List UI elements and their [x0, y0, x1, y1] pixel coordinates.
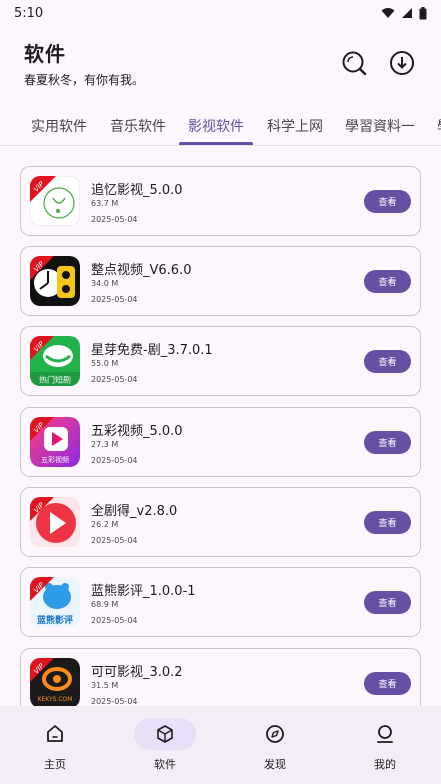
app-date: 2025-05-04	[91, 375, 138, 384]
svg-text:蓝熊影评: 蓝熊影评	[37, 614, 73, 626]
tab-video[interactable]: 影视软件	[188, 116, 244, 136]
keke-app-icon: KEKYS.COM VIP	[30, 658, 80, 708]
list-item[interactable]: VIP 整点视频_V6.6.0 34.0 M 2025-05-04 查看	[20, 246, 421, 316]
app-date: 2025-05-04	[91, 536, 138, 545]
app-date: 2025-05-04	[91, 616, 138, 625]
wucai-app-icon: 五彩视频 VIP	[30, 417, 80, 467]
download-button[interactable]	[389, 50, 415, 76]
home-icon	[47, 725, 63, 742]
battery-icon	[419, 6, 427, 19]
compass-icon	[266, 725, 284, 743]
app-name: 可可影视_3.0.2	[91, 665, 183, 680]
app-header: 软件 春夏秋冬，有你有我。	[24, 38, 423, 90]
svg-text:热门短剧: 热门短剧	[39, 375, 71, 385]
xingya-app-icon: 热门短剧 VIP	[30, 336, 80, 386]
nav-label: 主页	[44, 758, 66, 771]
list-item[interactable]: VIP 全剧得_v2.8.0 26.2 M 2025-05-04 查看	[20, 487, 421, 557]
nav-label: 发现	[264, 758, 286, 771]
zhengdian-app-icon: VIP	[30, 256, 80, 306]
nav-software[interactable]: 软件	[134, 718, 196, 772]
list-item[interactable]: 五彩视频 VIP 五彩视频_5.0.0 27.3 M 2025-05-04 查看	[20, 407, 421, 477]
app-size: 68.9 M	[91, 600, 119, 609]
list-item[interactable]: 热门短剧 VIP 星芽免费-剧_3.7.0.1 55.0 M 2025-05-0…	[20, 326, 421, 396]
app-name: 蓝熊影评_1.0.0-1	[91, 584, 196, 599]
app-size: 63.7 M	[91, 199, 119, 208]
zhuiyi-app-icon: VIP	[30, 176, 80, 226]
app-size: 26.2 M	[91, 520, 119, 529]
app-size: 27.3 M	[91, 440, 119, 449]
status-bar: 5:10	[0, 0, 441, 26]
nav-discover[interactable]: 发现	[244, 718, 306, 772]
nav-label: 我的	[374, 758, 396, 771]
nav-label: 软件	[154, 758, 176, 771]
cube-icon	[157, 725, 173, 743]
app-size: 31.5 M	[91, 681, 119, 690]
view-button[interactable]: 查看	[364, 431, 411, 454]
view-button[interactable]: 查看	[364, 190, 411, 213]
tab-indicator	[179, 142, 253, 145]
header-actions	[341, 50, 415, 76]
app-name: 星芽免费-剧_3.7.0.1	[91, 343, 213, 358]
app-name: 整点视频_V6.6.0	[91, 263, 192, 278]
search-icon	[342, 51, 367, 76]
tab-more[interactable]: 學	[437, 116, 441, 136]
tab-music[interactable]: 音乐软件	[110, 116, 166, 136]
view-button[interactable]: 查看	[364, 591, 411, 614]
quanjude-app-icon: VIP	[30, 497, 80, 547]
signal-icon	[402, 8, 412, 18]
status-time: 5:10	[14, 5, 44, 21]
view-button[interactable]: 查看	[364, 672, 411, 695]
download-icon	[390, 51, 414, 75]
app-name: 全剧得_v2.8.0	[91, 504, 178, 519]
app-size: 55.0 M	[91, 359, 119, 368]
category-tabs: 实用软件 音乐软件 影视软件 科学上网 學習資料一 學	[0, 104, 441, 146]
tab-study[interactable]: 學習資料一	[345, 116, 415, 136]
view-button[interactable]: 查看	[364, 350, 411, 373]
app-date: 2025-05-04	[91, 215, 138, 224]
lanxiong-app-icon: 蓝熊影评 VIP	[30, 577, 80, 627]
svg-text:KEKYS.COM: KEKYS.COM	[38, 696, 73, 703]
tab-utility[interactable]: 实用软件	[31, 116, 87, 136]
tab-vpn[interactable]: 科学上网	[267, 116, 323, 136]
list-item[interactable]: VIP 追忆影视_5.0.0 63.7 M 2025-05-04 查看	[20, 166, 421, 236]
app-name: 五彩视频_5.0.0	[91, 424, 183, 439]
app-size: 34.0 M	[91, 279, 119, 288]
nav-profile[interactable]: 我的	[354, 718, 416, 772]
app-date: 2025-05-04	[91, 456, 138, 465]
app-name: 追忆影视_5.0.0	[91, 183, 183, 198]
search-button[interactable]	[341, 50, 367, 76]
bottom-navigation: 主页 软件 发现 我的	[0, 706, 441, 784]
app-date: 2025-05-04	[91, 295, 138, 304]
person-icon	[377, 725, 393, 743]
wifi-icon	[381, 8, 395, 18]
status-icons	[381, 6, 427, 20]
view-button[interactable]: 查看	[364, 511, 411, 534]
list-item[interactable]: 蓝熊影评 VIP 蓝熊影评_1.0.0-1 68.9 M 2025-05-04 …	[20, 567, 421, 637]
view-button[interactable]: 查看	[364, 270, 411, 293]
nav-home[interactable]: 主页	[24, 718, 86, 772]
svg-text:五彩视频: 五彩视频	[41, 455, 69, 464]
app-date: 2025-05-04	[91, 697, 138, 706]
